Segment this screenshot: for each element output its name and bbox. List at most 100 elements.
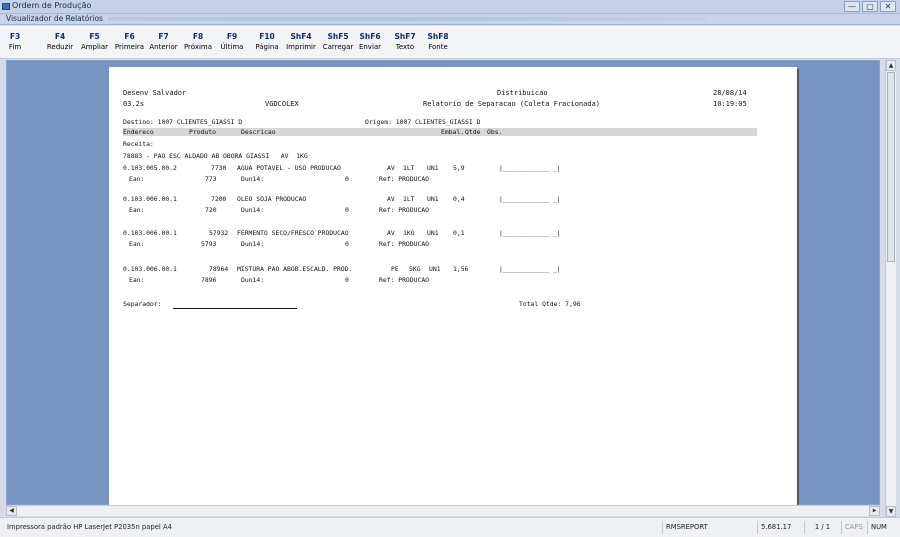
- button-label: Última: [220, 43, 244, 51]
- item-ean-label: Ean:: [129, 240, 145, 248]
- col-header-endereco: Endereco: [123, 128, 154, 136]
- item-dun: 0: [345, 276, 349, 284]
- viewer-title-bar: Visualizador de Relatórios: [0, 14, 900, 25]
- report-time: 10:19:05: [713, 100, 747, 108]
- scroll-right-icon[interactable]: ▶: [869, 506, 880, 516]
- item-ean-label: Ean:: [129, 175, 145, 183]
- toolbar-button-reduzir[interactable]: F4 Reduzir: [45, 32, 75, 51]
- button-label: Página: [255, 43, 279, 51]
- item-ean: 7896: [201, 276, 217, 284]
- window-title-bar: Ordem de Produção — ▢ ✕: [0, 0, 900, 14]
- item-ref: Ref: PRODUCAO: [379, 206, 430, 214]
- report-origem: Origem: 1007 CLIENTES_GIASSI D: [365, 118, 481, 126]
- toolbar-button-proxima[interactable]: F8 Próxima: [181, 32, 215, 51]
- item-un: UN1: [427, 164, 439, 172]
- item-ean-label: Ean:: [129, 206, 145, 214]
- report-date: 28/08/14: [713, 89, 747, 97]
- item-ean: 720: [205, 206, 217, 214]
- col-header-descricao: Descricao: [241, 128, 276, 136]
- report-company: Desenv Salvador: [123, 89, 187, 97]
- report-title: Relatorio de Separacao (Coleta Fracionad…: [423, 100, 601, 108]
- shortcut-key: F8: [192, 32, 204, 41]
- shortcut-key: ShF6: [359, 32, 381, 41]
- total-qtde: Total Qtde: 7,96: [519, 300, 581, 308]
- scroll-thumb[interactable]: [887, 72, 895, 262]
- button-label: Fonte: [428, 43, 448, 51]
- item-emb2: 1LT: [403, 164, 415, 172]
- report-page: Desenv Salvador Distribuicao 28/08/14 03…: [109, 67, 797, 506]
- item-un: UN1: [427, 195, 439, 203]
- item-emb2: 1KG: [403, 229, 415, 237]
- shortcut-key: ShF4: [290, 32, 312, 41]
- item-descricao: FERMENTO SECO/FRESCO PRODUCAO: [237, 229, 349, 237]
- col-header-embal: Embal.: [441, 128, 465, 136]
- shortcut-key: F10: [259, 32, 275, 41]
- shortcut-key: ShF7: [394, 32, 416, 41]
- horizontal-scrollbar[interactable]: ◀ ▶: [6, 505, 880, 516]
- separador-label: Separador:: [123, 300, 162, 308]
- toolbar-button-carregar[interactable]: ShF5 Carregar: [320, 32, 356, 51]
- item-obs: |____________ _|: [499, 195, 561, 203]
- report-workspace: Desenv Salvador Distribuicao 28/08/14 03…: [6, 60, 880, 506]
- window-controls: — ▢ ✕: [844, 1, 896, 12]
- shortcut-key: F5: [89, 32, 100, 41]
- button-label: Enviar: [358, 43, 382, 51]
- status-report-name: RMSREPORT: [662, 521, 756, 534]
- item-dun-label: Dun14:: [241, 175, 265, 183]
- item-qtde: 0,4: [453, 195, 465, 203]
- item-dun-label: Dun14:: [241, 240, 265, 248]
- col-header-produto: Produto: [189, 128, 216, 136]
- close-icon[interactable]: ✕: [880, 1, 896, 12]
- col-header-obs: Obs.: [487, 128, 503, 136]
- minimize-icon[interactable]: —: [844, 1, 860, 12]
- button-label: Texto: [395, 43, 415, 51]
- receita-label: Receita:: [123, 140, 154, 148]
- item-obs: |____________ _|: [499, 265, 561, 273]
- item-qtde: 5,9: [453, 164, 465, 172]
- separador-signature-line: [173, 308, 297, 309]
- scroll-down-icon[interactable]: ▼: [886, 506, 896, 517]
- toolbar-button-fonte[interactable]: ShF8 Fonte: [425, 32, 451, 51]
- shortcut-key: F9: [226, 32, 238, 41]
- toolbar-button-ultima[interactable]: F9 Última: [217, 32, 247, 51]
- item-endereco: 0.103.006.00.1: [123, 195, 177, 203]
- item-emb1: AV: [387, 164, 395, 172]
- button-label: Ampliar: [80, 43, 109, 51]
- scroll-up-icon[interactable]: ▲: [886, 60, 896, 71]
- toolbar-button-texto[interactable]: ShF7 Texto: [392, 32, 418, 51]
- item-produto: 7730: [211, 164, 227, 172]
- button-label: Reduzir: [46, 43, 74, 51]
- item-emb1: PE: [391, 265, 399, 273]
- item-endereco: 0.103.005.00.2: [123, 164, 177, 172]
- window-title: Ordem de Produção: [12, 1, 92, 10]
- item-endereco: 0.103.006.00.1: [123, 265, 177, 273]
- status-pages: 1 / 1: [804, 521, 840, 534]
- item-descricao: AGUA POTAVEL - USO PRODUCAO: [237, 164, 341, 172]
- toolbar-button-primeira[interactable]: F6 Primeira: [113, 32, 146, 51]
- maximize-icon[interactable]: ▢: [862, 1, 878, 12]
- item-un: UN1: [427, 229, 439, 237]
- scroll-left-icon[interactable]: ◀: [6, 506, 17, 516]
- vertical-scrollbar[interactable]: ▲ ▼: [885, 60, 896, 517]
- column-header-bar: [123, 128, 757, 136]
- title-bar-decoration: [108, 17, 708, 21]
- shortcut-key: F3: [9, 32, 21, 41]
- item-ean-label: Ean:: [129, 276, 145, 284]
- item-dun-label: Dun14:: [241, 206, 265, 214]
- item-produto: 7200: [211, 195, 227, 203]
- report-program: VGDCOLEX: [265, 100, 299, 108]
- toolbar-button-enviar[interactable]: ShF6 Enviar: [357, 32, 383, 51]
- item-produto: 78964: [209, 265, 229, 273]
- app-icon: [2, 3, 10, 10]
- toolbar-button-anterior[interactable]: F7 Anterior: [147, 32, 180, 51]
- status-bar: Impressora padrão HP LaserJet P2035n pap…: [0, 517, 900, 537]
- toolbar-button-ampliar[interactable]: F5 Ampliar: [78, 32, 111, 51]
- toolbar-button-pagina[interactable]: F10 Página: [252, 32, 282, 51]
- toolbar-button-imprimir[interactable]: ShF4 Imprimir: [284, 32, 318, 51]
- item-un: UN1: [429, 265, 441, 273]
- toolbar: F3 Fim F4 Reduzir F5 Ampliar F6 Primeira F7 A…: [0, 26, 900, 59]
- item-obs: |____________ _|: [499, 164, 561, 172]
- toolbar-button-fim[interactable]: F3 Fim: [3, 32, 27, 51]
- item-ref: Ref: PRODUCAO: [379, 175, 430, 183]
- item-qtde: 1,56: [453, 265, 469, 273]
